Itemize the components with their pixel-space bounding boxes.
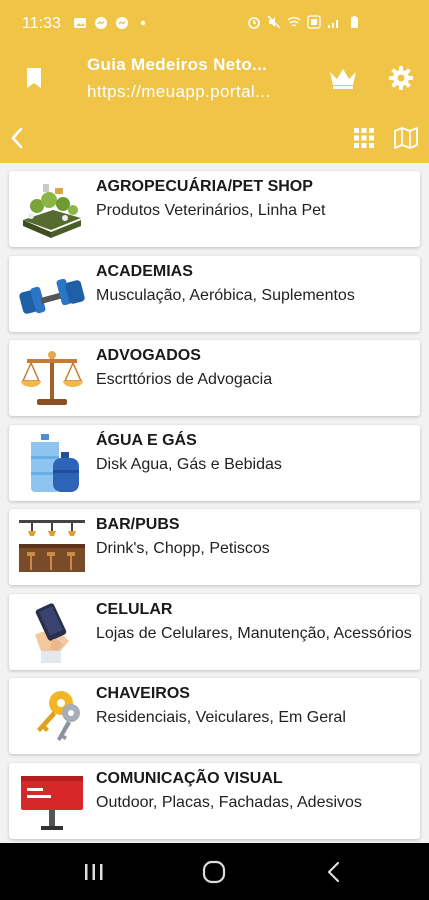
map-icon[interactable] — [394, 127, 418, 149]
list-item[interactable]: COMUNICAÇÃO VISUAL Outdoor, Placas, Fach… — [9, 763, 420, 839]
billboard-icon — [21, 776, 83, 830]
wifi-icon — [287, 17, 301, 27]
item-title: ACADEMIAS — [96, 263, 193, 280]
list-item[interactable]: BAR/PUBS Drink's, Chopp, Petiscos — [9, 509, 420, 585]
recent-apps-icon[interactable] — [83, 862, 105, 882]
list-item[interactable]: CELULAR Lojas de Celulares, Manutenção, … — [9, 594, 420, 670]
dumbbell-icon — [19, 278, 85, 314]
signal-icon — [328, 20, 338, 28]
list-item[interactable]: AGROPECUÁRIA/PET SHOP Produtos Veterinár… — [9, 171, 420, 247]
battery-icon — [351, 16, 358, 28]
dot-icon — [140, 20, 146, 26]
farm-icon — [23, 184, 81, 238]
list-item[interactable]: ÁGUA E GÁS Disk Agua, Gás e Bebidas — [9, 425, 420, 501]
item-description: Disk Agua, Gás e Bebidas — [96, 456, 282, 473]
home-icon[interactable] — [202, 860, 226, 884]
status-left-icons — [73, 16, 150, 30]
item-description: Produtos Veterinários, Linha Pet — [96, 202, 326, 219]
bookmark-icon[interactable] — [25, 67, 43, 89]
messenger-icon — [95, 17, 107, 29]
category-list: AGROPECUÁRIA/PET SHOP Produtos Veterinár… — [0, 163, 429, 843]
back-icon[interactable] — [326, 861, 342, 883]
alarm-icon — [248, 17, 260, 29]
volte-icon — [307, 15, 321, 29]
grid-icon[interactable] — [354, 128, 374, 148]
list-item[interactable]: ACADEMIAS Musculação, Aeróbica, Suplemen… — [9, 256, 420, 332]
list-item[interactable]: ADVOGADOS Escrttórios de Advogacia — [9, 340, 420, 416]
item-title: ADVOGADOS — [96, 347, 201, 364]
item-description: Escrttórios de Advogacia — [96, 371, 273, 388]
water-gas-icon — [31, 434, 79, 492]
item-description: Musculação, Aeróbica, Suplementos — [96, 287, 355, 304]
messenger-icon — [116, 17, 128, 29]
item-description: Residenciais, Veiculares, Em Geral — [96, 709, 346, 726]
gallery-icon — [74, 18, 86, 28]
page-url: https://meuapp.portal... — [87, 82, 271, 101]
scales-icon — [21, 351, 83, 405]
app-bar: Guia Medeiros Neto... https://meuapp.por… — [0, 45, 429, 113]
item-title: CHAVEIROS — [96, 685, 190, 702]
crown-icon[interactable] — [328, 67, 358, 91]
item-title: CELULAR — [96, 601, 173, 618]
gear-icon[interactable] — [388, 65, 414, 91]
item-description: Outdoor, Placas, Fachadas, Adesivos — [96, 794, 362, 811]
toolbar — [0, 113, 429, 163]
item-title: ÁGUA E GÁS — [96, 432, 197, 449]
phone-icon — [35, 603, 69, 663]
item-description: Drink's, Chopp, Petiscos — [96, 540, 270, 557]
status-time: 11:33 — [22, 15, 61, 32]
bar-icon — [19, 520, 85, 572]
page-title: Guia Medeiros Neto... — [87, 55, 268, 74]
mute-icon — [267, 15, 281, 29]
item-description: Lojas de Celulares, Manutenção, Acessóri… — [96, 625, 412, 642]
item-title: BAR/PUBS — [96, 516, 180, 533]
back-arrow-icon[interactable] — [8, 126, 26, 150]
keys-icon — [37, 691, 80, 741]
system-nav-bar — [0, 843, 429, 900]
item-title: COMUNICAÇÃO VISUAL — [96, 770, 283, 787]
status-right-icons — [247, 15, 361, 29]
item-title: AGROPECUÁRIA/PET SHOP — [96, 178, 313, 195]
list-item[interactable]: CHAVEIROS Residenciais, Veiculares, Em G… — [9, 678, 420, 754]
